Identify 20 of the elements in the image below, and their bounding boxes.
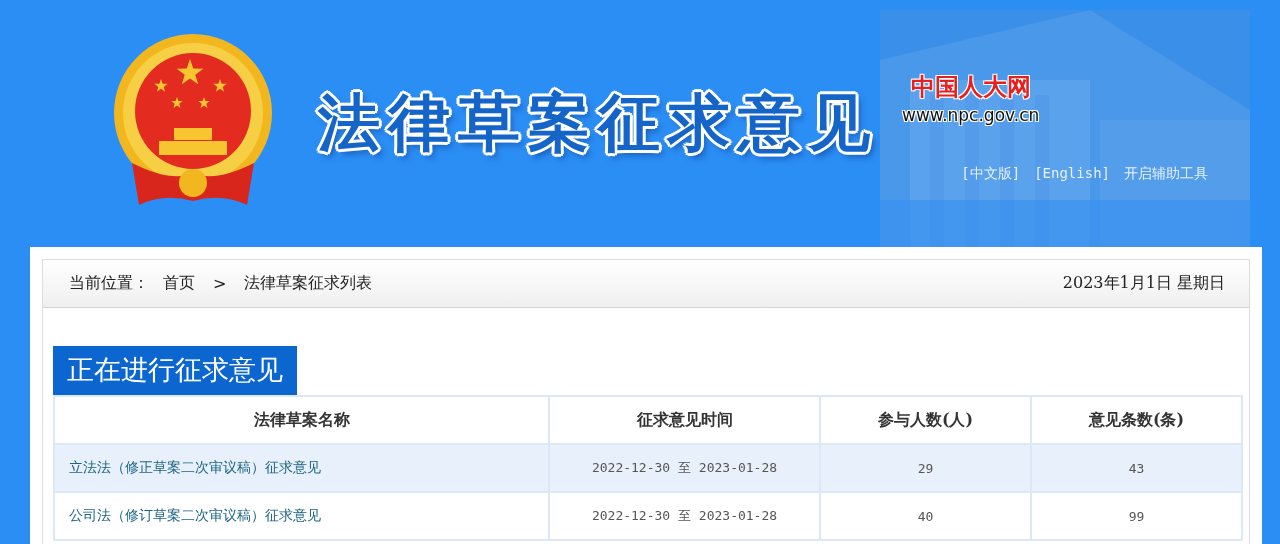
column-header: 征求意见时间 — [549, 396, 820, 444]
breadcrumb-link[interactable]: 法律草案征求列表 — [244, 273, 373, 294]
breadcrumb-label: 当前位置： — [69, 273, 149, 294]
page-title: 法律草案征求意见 — [318, 85, 878, 161]
table-cell: 2022-12-30 至 2023-01-28 — [549, 492, 820, 540]
breadcrumb-link[interactable]: 首页 — [163, 273, 195, 294]
table-cell: 2022-12-30 至 2023-01-28 — [549, 444, 820, 492]
draft-link[interactable]: 公司法（修订草案二次审议稿）征求意见 — [69, 507, 321, 523]
draft-link[interactable]: 立法法（修正草案二次审议稿）征求意见 — [69, 459, 321, 475]
column-header: 法律草案名称 — [54, 396, 549, 444]
site-url[interactable]: www.npc.gov.cn — [902, 105, 1040, 125]
table-cell: 40 — [820, 492, 1031, 540]
column-header: 参与人数(人) — [820, 396, 1031, 444]
table-cell: 99 — [1031, 492, 1242, 540]
section-title: 正在进行征求意见 — [53, 346, 297, 395]
breadcrumb-separator: > — [213, 274, 227, 293]
table-cell: 29 — [820, 444, 1031, 492]
table-cell: 43 — [1031, 444, 1242, 492]
current-date: 2023年1月1日 星期日 — [1062, 273, 1225, 294]
column-header: 意见条数(条) — [1031, 396, 1242, 444]
